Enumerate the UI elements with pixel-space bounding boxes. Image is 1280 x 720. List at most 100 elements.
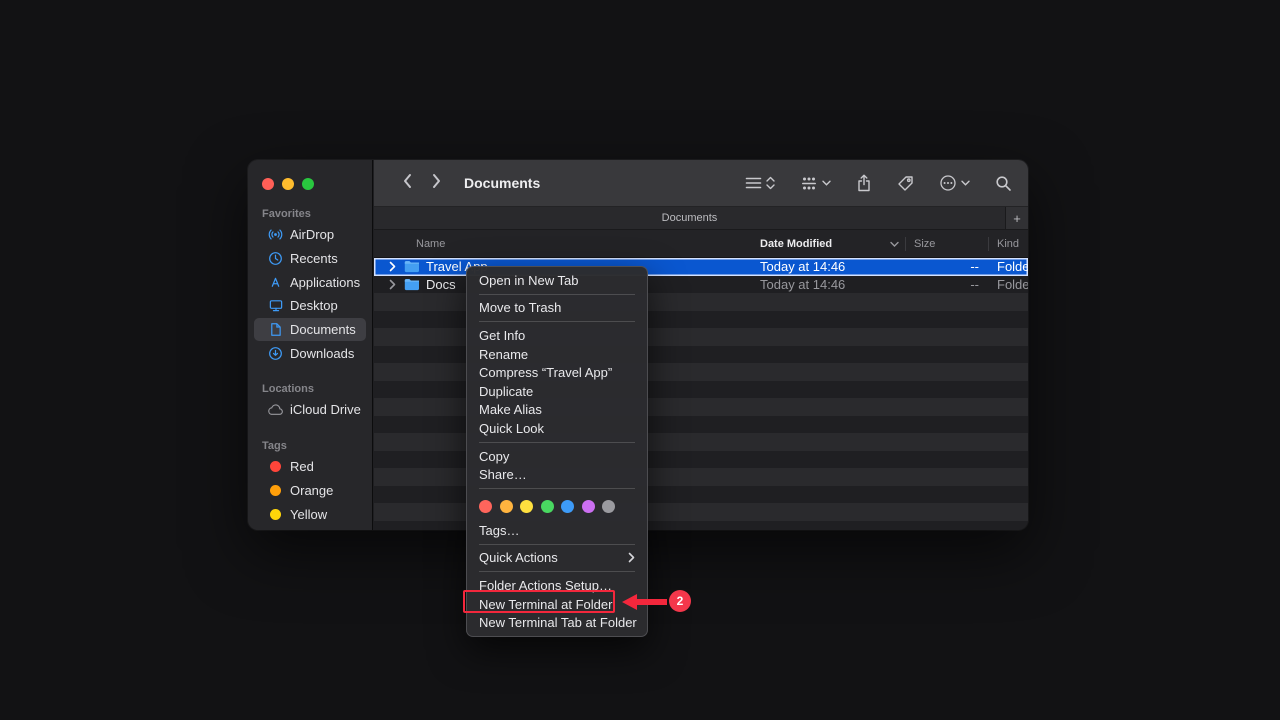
sidebar-item-label: iCloud Drive [290,402,361,417]
view-mode-button[interactable] [745,176,775,190]
sidebar-item-yellow[interactable]: Yellow [254,502,366,526]
file-size: -- [906,259,989,274]
sidebar-item-applications[interactable]: Applications [254,270,366,294]
search-button[interactable] [995,175,1012,192]
menu-tag-colors-row [467,493,647,521]
tab-bar: Documents + [374,206,1028,230]
sidebar-item-airdrop[interactable]: AirDrop [254,223,366,247]
menu-item-open-in-new-tab[interactable]: Open in New Tab [467,271,647,290]
sidebar-item-red[interactable]: Red [254,455,366,479]
tag-color-dot-icon[interactable] [561,500,574,513]
sidebar-section-label-favorites: Favorites [248,208,372,220]
sidebar-item-label: Red [290,459,314,474]
menu-separator [479,488,635,489]
red-tag-dot-icon [270,461,281,472]
sidebar-item-recents[interactable]: Recents [254,247,366,271]
sidebar-item-desktop[interactable]: Desktop [254,294,366,318]
sidebar-item-downloads[interactable]: Downloads [254,341,366,365]
menu-item-label: Duplicate [479,384,533,399]
menu-item-label: Quick Actions [479,550,558,565]
new-tab-button[interactable]: + [1005,207,1028,229]
menu-item-label: Compress “Travel App” [479,365,612,380]
tag-color-dot-icon[interactable] [520,500,533,513]
more-actions-button[interactable] [939,174,970,192]
menu-item-rename[interactable]: Rename [467,345,647,364]
tag-color-dot-icon[interactable] [479,500,492,513]
menu-item-tags[interactable]: Tags… [467,521,647,540]
download-icon [267,345,284,361]
sidebar-item-green[interactable]: Green [254,526,366,530]
close-window-button[interactable] [262,178,274,190]
yellow-tag-dot-icon [270,509,281,520]
minimize-window-button[interactable] [282,178,294,190]
group-by-button[interactable] [800,176,831,191]
menu-item-label: Rename [479,347,528,362]
cloud-icon [267,402,284,418]
menu-item-move-to-trash[interactable]: Move to Trash [467,299,647,318]
menu-separator [479,321,635,322]
menu-item-duplicate[interactable]: Duplicate [467,382,647,401]
sidebar-item-documents[interactable]: Documents [254,318,366,342]
sidebar-item-label: Recents [290,251,338,266]
column-headers: Name Date Modified Size Kind [374,230,1028,258]
context-menu: Open in New Tab Move to Trash Get Info Rena… [466,266,648,637]
sidebar-item-label: Applications [290,275,360,290]
sidebar-item-orange[interactable]: Orange [254,479,366,503]
finder-sidebar: Favorites AirDrop Recents Applications Deskt… [248,160,373,530]
tag-icon [897,175,914,192]
column-header-name[interactable]: Name [374,238,760,250]
tag-color-dot-icon[interactable] [602,500,615,513]
menu-item-new-terminal-tab-at-folder[interactable]: New Terminal Tab at Folder [467,613,647,632]
zoom-window-button[interactable] [302,178,314,190]
airdrop-icon [267,227,284,243]
column-header-date-modified[interactable]: Date Modified [760,237,906,251]
sidebar-item-icloud-drive[interactable]: iCloud Drive [254,398,366,422]
applications-icon [267,274,284,290]
menu-item-label: Move to Trash [479,300,561,315]
back-button[interactable] [396,171,418,195]
list-view-icon [745,176,762,190]
file-size: -- [906,277,989,292]
window-title: Documents [464,175,540,191]
menu-item-quick-look[interactable]: Quick Look [467,419,647,438]
clock-icon [267,251,284,267]
menu-item-label: Share… [479,467,527,482]
sidebar-section-label-tags: Tags [248,440,372,452]
menu-item-copy[interactable]: Copy [467,447,647,466]
disclosure-chevron-icon[interactable] [389,279,399,290]
desktop-background: Favorites AirDrop Recents Applications Deskt… [0,0,1280,720]
file-name: Docs [426,277,456,292]
share-button[interactable] [856,174,872,192]
chevron-right-icon [432,173,442,194]
annotation-arrow-icon [621,592,669,612]
menu-item-make-alias[interactable]: Make Alias [467,401,647,420]
share-icon [856,174,872,192]
sidebar-item-label: Orange [290,483,333,498]
file-kind: Folder [989,277,1028,292]
annotation-step-badge: 2 [669,590,691,612]
menu-separator [479,544,635,545]
document-icon [267,322,284,338]
disclosure-chevron-icon[interactable] [389,261,399,272]
column-header-kind[interactable]: Kind [989,238,1028,250]
sidebar-section-label-locations: Locations [248,383,372,395]
column-header-size[interactable]: Size [906,237,989,251]
file-date-modified: Today at 14:46 [760,259,906,274]
menu-item-compress-travel-app[interactable]: Compress “Travel App” [467,363,647,382]
chevron-down-icon [961,180,970,186]
menu-item-get-info[interactable]: Get Info [467,326,647,345]
forward-button[interactable] [426,171,448,195]
menu-item-quick-actions[interactable]: Quick Actions [467,549,647,568]
orange-tag-dot-icon [270,485,281,496]
desktop-icon [267,298,284,314]
window-controls [248,160,372,190]
tab-documents[interactable]: Documents [374,207,1005,229]
tag-color-dot-icon[interactable] [500,500,513,513]
annotation-highlight-box [463,590,615,613]
finder-toolbar: Documents [374,160,1028,206]
ellipsis-circle-icon [939,174,957,192]
tag-color-dot-icon[interactable] [582,500,595,513]
menu-item-share[interactable]: Share… [467,465,647,484]
tags-button[interactable] [897,175,914,192]
tag-color-dot-icon[interactable] [541,500,554,513]
